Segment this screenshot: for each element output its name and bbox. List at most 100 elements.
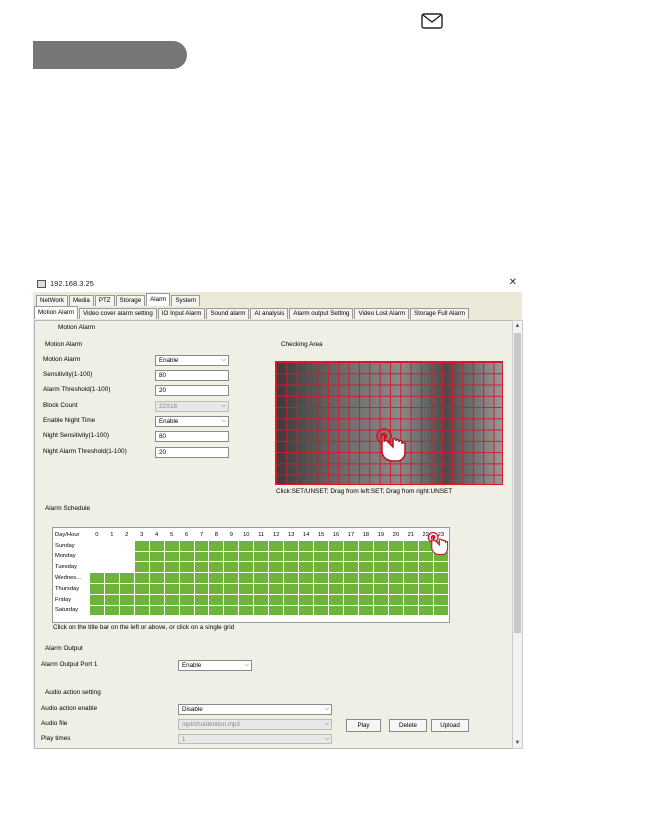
schedule-cell[interactable] — [328, 572, 344, 584]
schedule-cell[interactable] — [313, 572, 330, 584]
schedule-cell[interactable] — [268, 550, 285, 563]
schedule-cell[interactable] — [253, 561, 270, 574]
schedule-cell[interactable] — [372, 561, 389, 574]
block-count-select[interactable]: 22X18 ⌵ — [155, 401, 229, 412]
schedule-cell[interactable] — [238, 572, 255, 584]
schedule-cell[interactable] — [208, 593, 225, 606]
schedule-cell[interactable] — [402, 550, 419, 563]
schedule-cell[interactable] — [313, 593, 330, 606]
schedule-cell[interactable] — [417, 582, 434, 595]
schedule-day-label[interactable]: Sunday — [54, 540, 89, 551]
schedule-cell[interactable] — [163, 582, 180, 595]
schedule-cell[interactable] — [372, 593, 389, 606]
scroll-thumb[interactable] — [514, 333, 521, 633]
schedule-cell[interactable] — [163, 593, 180, 606]
schedule-hour-0[interactable]: 0 — [89, 530, 104, 540]
tab-ai-analysis[interactable]: AI analysis — [250, 308, 289, 319]
schedule-cell[interactable] — [328, 604, 344, 617]
schedule-cell[interactable] — [298, 593, 315, 606]
schedule-cell[interactable] — [88, 604, 105, 617]
schedule-cell[interactable] — [313, 582, 330, 595]
schedule-cell[interactable] — [402, 582, 419, 595]
schedule-cell[interactable] — [313, 550, 330, 563]
vertical-scrollbar[interactable]: ▲ ▼ — [512, 320, 523, 749]
schedule-cell[interactable] — [103, 572, 120, 584]
schedule-cell[interactable] — [208, 561, 225, 574]
schedule-cell[interactable] — [357, 550, 374, 563]
schedule-cell[interactable] — [253, 550, 270, 563]
schedule-cell[interactable] — [372, 582, 389, 595]
schedule-cell[interactable] — [387, 572, 404, 584]
schedule-cell[interactable] — [402, 539, 419, 552]
schedule-cell[interactable] — [357, 561, 374, 574]
schedule-cell[interactable] — [253, 539, 270, 552]
schedule-cell[interactable] — [357, 604, 374, 617]
schedule-hour-13[interactable]: 13 — [284, 530, 299, 540]
schedule-hour-5[interactable]: 5 — [164, 530, 179, 540]
schedule-cell[interactable] — [133, 582, 150, 595]
schedule-cell[interactable] — [417, 604, 434, 617]
schedule-cell[interactable] — [283, 604, 300, 617]
schedule-cell[interactable] — [432, 604, 450, 617]
schedule-cell[interactable] — [148, 572, 165, 584]
schedule-cell[interactable] — [357, 572, 374, 584]
schedule-cell[interactable] — [223, 582, 240, 595]
schedule-cell[interactable] — [283, 550, 300, 563]
schedule-cell[interactable] — [163, 539, 180, 552]
schedule-cell[interactable] — [253, 593, 270, 606]
schedule-cell[interactable] — [178, 593, 195, 606]
schedule-cell[interactable] — [402, 572, 419, 584]
audio-file-select[interactable]: /opt/ch/attention.mp3 ⌵ — [178, 719, 332, 730]
schedule-hour-3[interactable]: 3 — [134, 530, 149, 540]
tab-ptz[interactable]: PTZ — [94, 295, 115, 306]
tab-alarm-output[interactable]: Alarm output Setting — [289, 308, 354, 319]
schedule-cell[interactable] — [417, 572, 434, 584]
schedule-cell[interactable] — [103, 550, 120, 563]
schedule-cell[interactable] — [163, 561, 180, 574]
schedule-hour-10[interactable]: 10 — [239, 530, 254, 540]
schedule-cell[interactable] — [118, 572, 135, 584]
schedule-cell[interactable] — [268, 572, 285, 584]
schedule-cell[interactable] — [118, 593, 135, 606]
schedule-day-label[interactable]: Wednes... — [54, 573, 89, 584]
schedule-cell[interactable] — [118, 550, 135, 563]
play-times-select[interactable]: 1 ⌵ — [178, 734, 332, 744]
tab-system[interactable]: System — [171, 295, 200, 306]
night-threshold-input[interactable]: 20 — [155, 447, 229, 458]
schedule-cell[interactable] — [103, 582, 120, 595]
schedule-day-label[interactable]: Friday — [54, 594, 89, 605]
schedule-cell[interactable] — [343, 604, 359, 617]
schedule-cell[interactable] — [148, 582, 165, 595]
schedule-cell[interactable] — [298, 539, 315, 552]
schedule-cell[interactable] — [343, 582, 359, 595]
tab-sound-alarm[interactable]: Sound alarm — [206, 308, 250, 319]
schedule-cell[interactable] — [372, 550, 389, 563]
schedule-cell[interactable] — [133, 572, 150, 584]
schedule-day-label[interactable]: Saturday — [54, 605, 89, 616]
schedule-cell[interactable] — [253, 604, 270, 617]
schedule-cell[interactable] — [88, 539, 105, 552]
schedule-cell[interactable] — [88, 561, 105, 574]
schedule-hour-17[interactable]: 17 — [344, 530, 359, 540]
schedule-cell[interactable] — [432, 582, 450, 595]
schedule-cell[interactable] — [298, 550, 315, 563]
tab-video-cover[interactable]: Video cover alarm setting — [79, 308, 157, 319]
tab-io-input[interactable]: IO Input Alarm — [157, 308, 206, 319]
schedule-cell[interactable] — [238, 582, 255, 595]
schedule-cell[interactable] — [343, 561, 359, 574]
play-button[interactable]: Play — [346, 719, 381, 732]
schedule-cell[interactable] — [313, 561, 330, 574]
schedule-cell[interactable] — [193, 604, 210, 617]
schedule-hour-16[interactable]: 16 — [329, 530, 344, 540]
schedule-cell[interactable] — [343, 550, 359, 563]
schedule-hour-6[interactable]: 6 — [179, 530, 194, 540]
schedule-cell[interactable] — [268, 539, 285, 552]
threshold-input[interactable]: 20 — [155, 385, 229, 396]
schedule-cell[interactable] — [268, 561, 285, 574]
schedule-hour-19[interactable]: 19 — [373, 530, 388, 540]
schedule-cell[interactable] — [208, 582, 225, 595]
schedule-cell[interactable] — [328, 593, 344, 606]
schedule-cell[interactable] — [223, 604, 240, 617]
schedule-cell[interactable] — [103, 593, 120, 606]
schedule-hour-12[interactable]: 12 — [269, 530, 284, 540]
